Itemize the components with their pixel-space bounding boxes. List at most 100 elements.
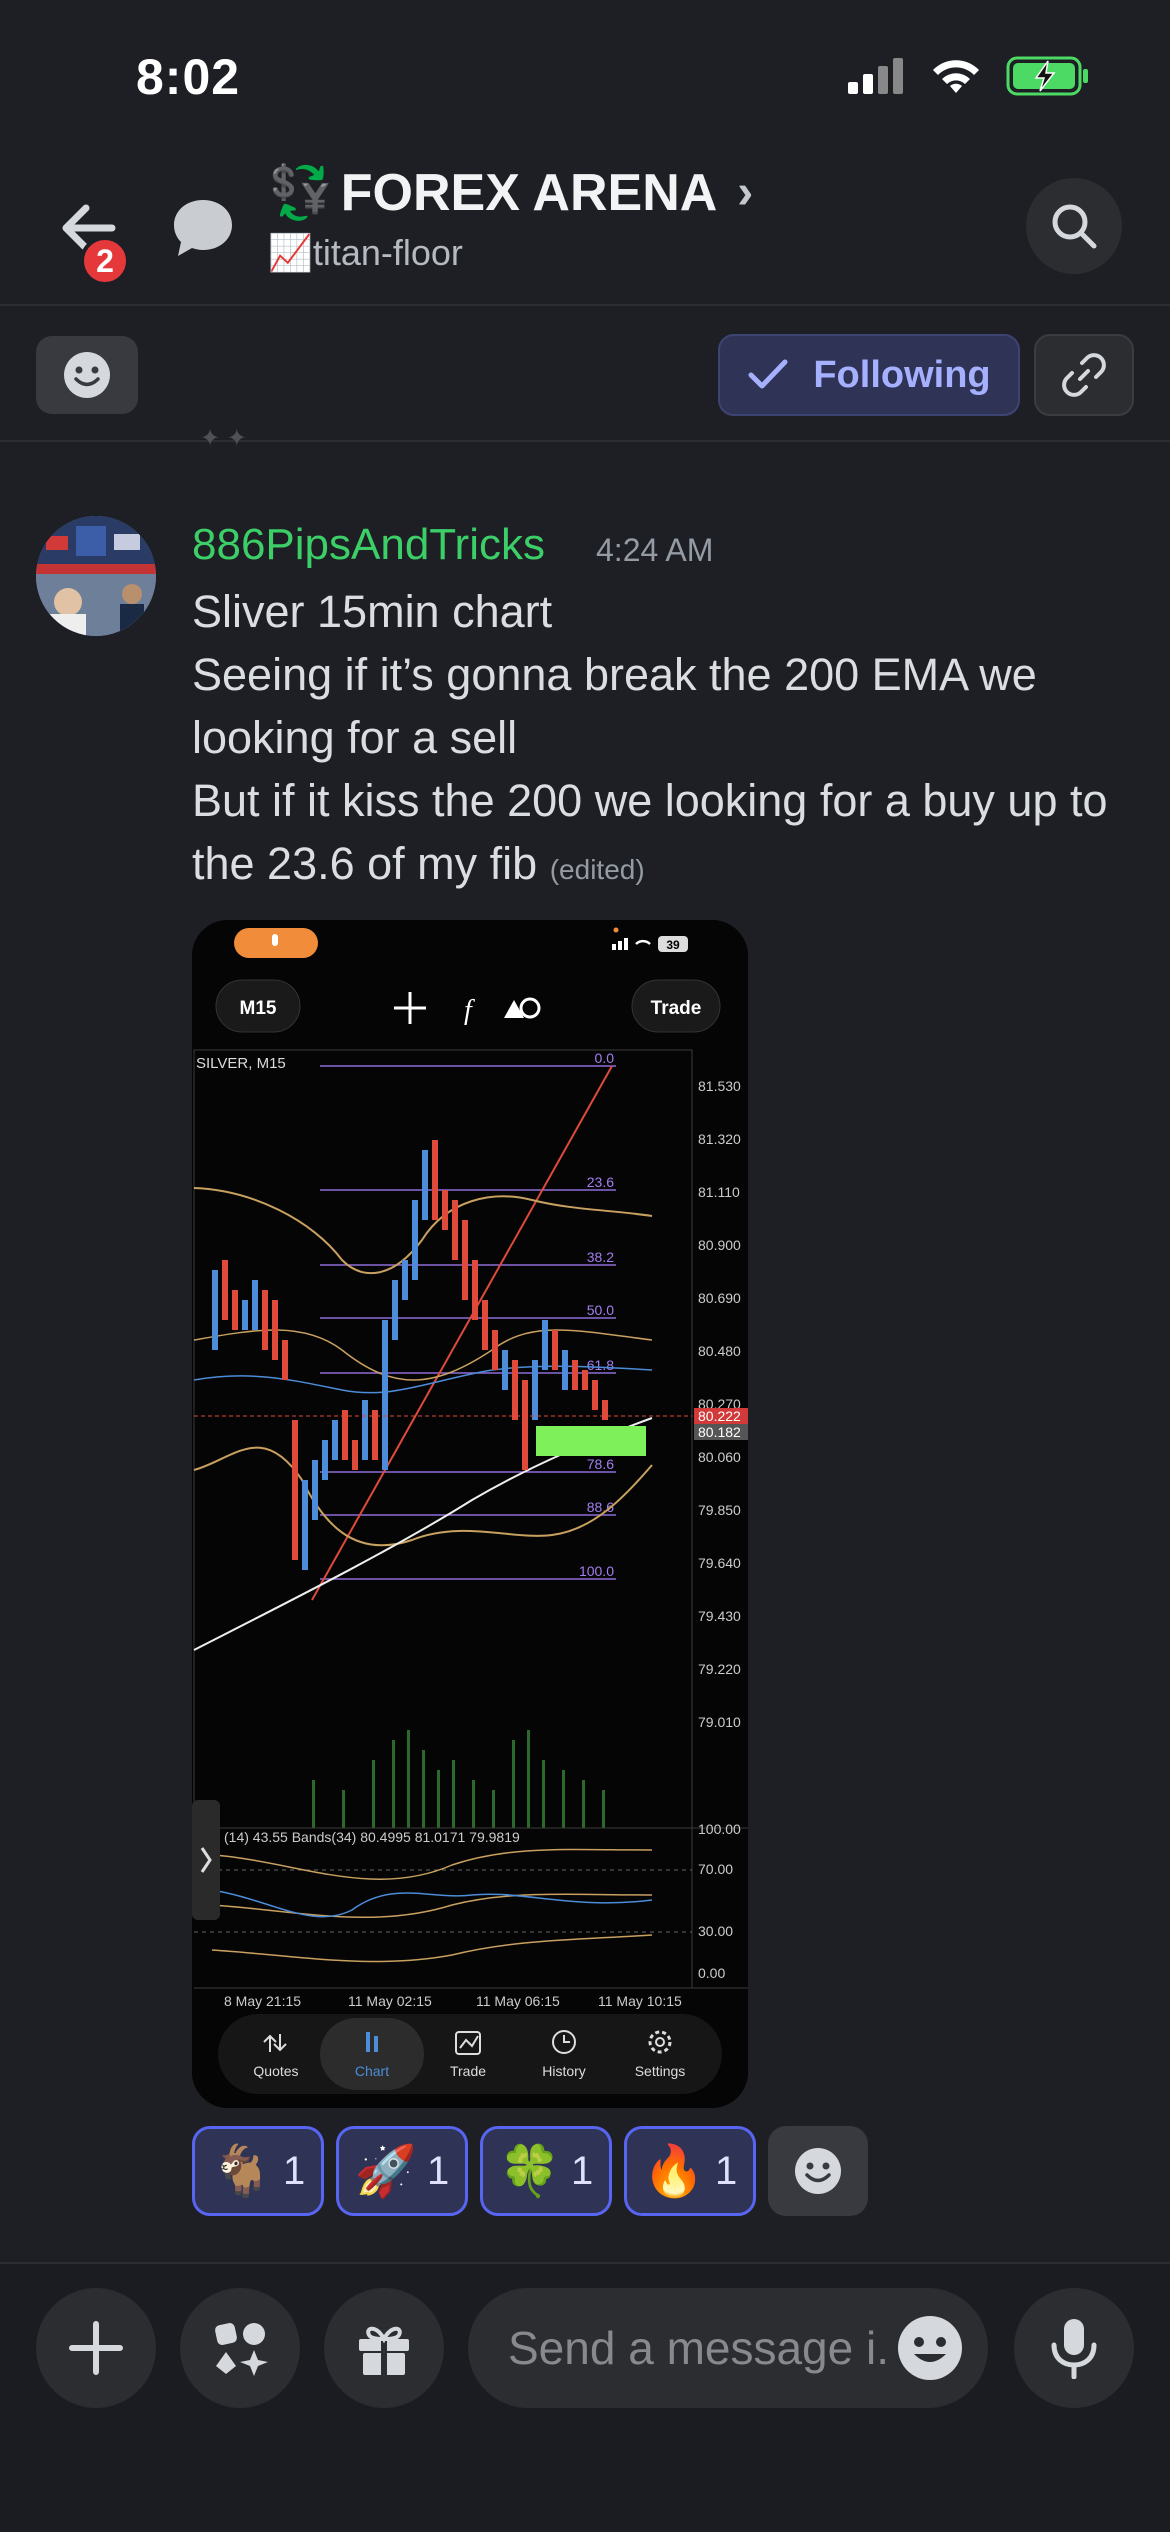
following-button[interactable]: Following (718, 334, 1020, 416)
gift-button[interactable] (324, 2288, 444, 2408)
image-attachment[interactable]: 39 M15 f Trade SILVER, M15 0.0 23.6 38.2 (192, 920, 748, 2108)
price-tick: 79.220 (698, 1661, 741, 1677)
channel-subtitle: 📈titan-floor (268, 232, 463, 274)
chevron-right-icon: › (737, 166, 754, 219)
search-button[interactable] (1026, 178, 1122, 274)
reaction-clover[interactable]: 🍀 1 (480, 2126, 612, 2216)
search-icon (1052, 204, 1097, 249)
price-tick: 79.430 (698, 1608, 741, 1624)
tab-trade: Trade (450, 2063, 486, 2079)
thread-actions: Following (0, 308, 1170, 442)
phone-battery-level: 39 (666, 938, 680, 952)
fib-level: 50.0 (587, 1302, 614, 1318)
tab-quotes: Quotes (253, 2063, 298, 2079)
status-icons (848, 56, 1090, 96)
emoji-picker-icon[interactable] (896, 2314, 964, 2382)
thread-icon[interactable] (168, 192, 238, 262)
trade-button-label: Trade (651, 998, 702, 1019)
reaction-fire[interactable]: 🔥 1 (624, 2126, 756, 2216)
indicator-tick: 30.00 (698, 1923, 733, 1939)
indicator-label: (14) 43.55 Bands(34) 80.4995 81.0171 79.… (224, 1829, 520, 1845)
reactions-row: 🐐 1 🚀 1 🍀 1 🔥 1 (192, 2126, 868, 2216)
add-reaction-button[interactable] (36, 336, 138, 414)
price-tick: 79.850 (698, 1502, 741, 1518)
indicator-tick: 0.00 (698, 1965, 725, 1981)
message-composer (0, 2262, 1170, 2532)
reaction-goat[interactable]: 🐐 1 (192, 2126, 324, 2216)
voice-button[interactable] (1014, 2288, 1134, 2408)
chart-symbol-label: SILVER, M15 (196, 1055, 286, 1072)
microphone-icon (1051, 2319, 1097, 2379)
message-content: Sliver 15min chart Seeing if it’s gonna … (192, 580, 1152, 901)
fib-level: 61.8 (587, 1357, 614, 1373)
gift-icon (359, 2326, 409, 2375)
price-tick: 80.690 (698, 1290, 741, 1306)
time-tick: 11 May 02:15 (348, 1993, 432, 2009)
tab-chart: Chart (355, 2063, 389, 2079)
price-tick: 80.900 (698, 1237, 741, 1253)
edited-marker: (edited) (549, 854, 645, 885)
channel-header: 2 💱 FOREX ARENA › 📈titan-floor (0, 140, 1170, 306)
add-reaction-button[interactable] (768, 2126, 868, 2216)
apps-button[interactable] (180, 2288, 300, 2408)
reaction-count: 1 (715, 2148, 738, 2193)
price-tick: 81.530 (698, 1078, 741, 1094)
reaction-count: 1 (283, 2148, 306, 2193)
fire-emoji: 🔥 (642, 2142, 705, 2199)
channel-emoji: 📈 (268, 232, 313, 273)
current-price-gray: 80.182 (698, 1424, 741, 1440)
battery-icon (1006, 56, 1088, 96)
plus-icon (69, 2321, 123, 2375)
goat-emoji: 🐐 (210, 2142, 273, 2199)
smiley-icon (64, 352, 110, 398)
price-tick: 79.640 (698, 1555, 741, 1571)
message-line: Sliver 15min chart (192, 586, 553, 637)
reaction-rocket[interactable]: 🚀 1 (336, 2126, 468, 2216)
status-bar: 8:02 (0, 0, 1170, 140)
wifi-icon (933, 60, 979, 93)
avatar-image (36, 516, 156, 636)
fib-level: 38.2 (587, 1249, 614, 1265)
tab-history: History (542, 2063, 586, 2079)
rocket-emoji: 🚀 (354, 2142, 417, 2199)
clover-emoji: 🍀 (498, 2142, 561, 2199)
price-tick: 81.110 (698, 1184, 740, 1200)
copy-link-button[interactable] (1034, 334, 1134, 416)
timeframe-label: M15 (240, 998, 277, 1019)
indicator-tick: 100.00 (698, 1821, 741, 1837)
unread-badge: 2 (80, 236, 130, 286)
truncated-content: ✦ ✦ (200, 425, 247, 452)
price-tick: 81.320 (698, 1131, 741, 1147)
reaction-count: 1 (427, 2148, 450, 2193)
indicator-tick: 70.00 (698, 1861, 733, 1877)
message-author[interactable]: 886PipsAndTricks (192, 520, 545, 570)
message-line: Seeing if it’s gonna break the 200 EMA w… (192, 649, 1037, 763)
apps-icon (215, 2323, 268, 2376)
fib-level: 23.6 (587, 1174, 614, 1190)
following-label: Following (813, 353, 991, 396)
signal-icon (848, 58, 903, 94)
message-line: But if it kiss the 200 we looking for a … (192, 769, 1152, 901)
message-timestamp: 4:24 AM (596, 532, 714, 568)
time-tick: 11 May 10:15 (598, 1993, 682, 2009)
price-tick: 80.480 (698, 1343, 741, 1359)
price-tick: 79.010 (698, 1714, 741, 1730)
message-input[interactable] (508, 2316, 888, 2380)
server-title[interactable]: 💱 FOREX ARENA › (268, 162, 753, 223)
channel-name: titan-floor (312, 232, 463, 273)
fib-level: 0.0 (595, 1050, 615, 1066)
link-icon (1062, 353, 1106, 397)
time-tick: 8 May 21:15 (224, 1993, 301, 2009)
message-input-wrapper (468, 2288, 988, 2408)
message-line-text: But if it kiss the 200 we looking for a … (192, 775, 1108, 889)
time-tick: 11 May 06:15 (476, 1993, 560, 2009)
server-emoji: 💱 (268, 164, 333, 222)
attach-button[interactable] (36, 2288, 156, 2408)
reaction-count: 1 (571, 2148, 594, 2193)
status-time: 8:02 (136, 49, 241, 105)
current-price-red: 80.222 (698, 1408, 741, 1424)
fib-level: 78.6 (587, 1456, 614, 1472)
fib-level: 100.0 (579, 1563, 614, 1579)
avatar[interactable] (36, 516, 156, 636)
chart-screenshot: 39 M15 f Trade SILVER, M15 0.0 23.6 38.2 (192, 920, 748, 2108)
